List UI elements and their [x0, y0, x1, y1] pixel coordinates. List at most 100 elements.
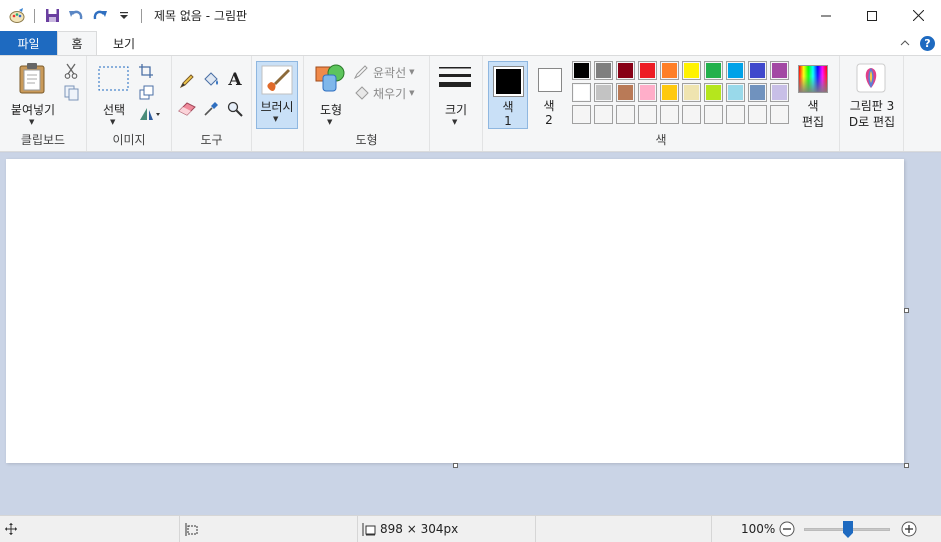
redo-icon[interactable]	[91, 7, 109, 25]
shapes-icon	[314, 63, 346, 93]
palette-swatch[interactable]	[572, 61, 591, 80]
minimize-icon	[821, 15, 831, 16]
color-picker-icon[interactable]	[202, 100, 220, 118]
zoom-out-button[interactable]	[779, 521, 795, 540]
tab-view[interactable]: 보기	[97, 31, 151, 55]
qa-separator	[34, 8, 35, 23]
customize-qa-icon[interactable]	[115, 7, 133, 25]
title-separator	[141, 8, 142, 23]
color1-button[interactable]: 색 1	[488, 61, 528, 129]
color2-button[interactable]: 색 2	[530, 61, 570, 129]
resize-handle-corner[interactable]	[904, 463, 909, 468]
color2-swatch	[538, 68, 562, 92]
select-rectangle-icon	[98, 66, 130, 92]
minimize-button[interactable]	[803, 0, 849, 31]
palette-swatch[interactable]	[616, 105, 635, 124]
palette-swatch[interactable]	[748, 61, 767, 80]
resize-handle-bottom[interactable]	[453, 463, 458, 468]
palette-swatch[interactable]	[638, 61, 657, 80]
fill-button[interactable]: 채우기 ▼	[354, 84, 424, 102]
rotate-icon[interactable]	[137, 104, 163, 122]
status-bar: 898 × 304px 100%	[0, 515, 941, 542]
palette-swatch[interactable]	[704, 105, 723, 124]
group-clipboard: 붙여넣기 ▼ 클립보드	[0, 56, 87, 151]
cut-icon[interactable]	[62, 62, 80, 80]
palette-swatch[interactable]	[638, 83, 657, 102]
palette-swatch[interactable]	[594, 105, 613, 124]
paint3d-label-line1: 그림판 3	[849, 99, 895, 113]
selection-size-icon	[185, 522, 198, 536]
workspace	[0, 152, 941, 515]
collapse-ribbon-icon[interactable]	[900, 36, 910, 50]
line-size-icon	[438, 63, 472, 93]
text-tool-icon[interactable]: A	[226, 70, 244, 90]
group-paint3d: 그림판 3 D로 편집	[840, 56, 904, 151]
palette-swatch[interactable]	[682, 83, 701, 102]
palette-swatch[interactable]	[638, 105, 657, 124]
palette-swatch[interactable]	[594, 61, 613, 80]
palette-swatch[interactable]	[660, 105, 679, 124]
palette-swatch[interactable]	[704, 83, 723, 102]
paint3d-icon	[856, 63, 886, 93]
palette-swatch[interactable]	[594, 83, 613, 102]
tab-file[interactable]: 파일	[0, 31, 57, 55]
palette-swatch[interactable]	[660, 83, 679, 102]
palette-swatch[interactable]	[682, 61, 701, 80]
select-dropdown-icon: ▼	[110, 118, 116, 126]
palette-swatch[interactable]	[572, 105, 591, 124]
eraser-icon[interactable]	[178, 100, 196, 118]
close-button[interactable]	[895, 0, 941, 31]
maximize-button[interactable]	[849, 0, 895, 31]
group-shapes: 도형 ▼ 윤곽선 ▼ 채우기 ▼ 도형	[304, 56, 430, 151]
paint-app-icon[interactable]	[8, 7, 26, 25]
zoom-in-button[interactable]	[901, 521, 917, 540]
crop-icon[interactable]	[137, 62, 155, 80]
palette-swatch[interactable]	[726, 105, 745, 124]
save-icon[interactable]	[43, 7, 61, 25]
size-button[interactable]: 크기 ▼	[434, 60, 478, 130]
maximize-icon	[867, 10, 877, 21]
close-icon	[912, 10, 924, 21]
resize-handle-right[interactable]	[904, 308, 909, 313]
color-spectrum-icon	[798, 65, 828, 93]
palette-swatch[interactable]	[748, 105, 767, 124]
drawing-canvas[interactable]	[6, 159, 904, 463]
palette-swatch[interactable]	[616, 83, 635, 102]
edit-colors-button[interactable]: 색 편집	[793, 61, 835, 129]
shapes-group-label: 도형	[355, 133, 378, 147]
shapes-button[interactable]: 도형 ▼	[310, 60, 350, 130]
palette-swatch[interactable]	[726, 83, 745, 102]
title-bar: 제목 없음 - 그림판	[0, 0, 941, 31]
palette-swatch[interactable]	[770, 61, 789, 80]
palette-swatch[interactable]	[660, 61, 679, 80]
fill-bucket-icon[interactable]	[202, 71, 220, 89]
zoom-out-icon	[779, 521, 795, 537]
palette-swatch[interactable]	[572, 83, 591, 102]
palette-swatch[interactable]	[726, 61, 745, 80]
palette-swatch[interactable]	[770, 83, 789, 102]
group-image: 선택 ▼ 이미지	[87, 56, 172, 151]
window-title: 제목 없음 - 그림판	[154, 9, 248, 23]
outline-button[interactable]: 윤곽선 ▼	[354, 63, 424, 81]
tab-home[interactable]: 홈	[57, 31, 97, 55]
palette-swatch[interactable]	[704, 61, 723, 80]
edit-with-paint3d-button[interactable]: 그림판 3 D로 편집	[842, 61, 902, 129]
palette-swatch[interactable]	[770, 105, 789, 124]
resize-icon[interactable]	[137, 83, 155, 101]
magnifier-icon[interactable]	[226, 100, 244, 118]
color2-label-line2: 2	[545, 113, 553, 127]
palette-swatch[interactable]	[616, 61, 635, 80]
color1-label-line2: 1	[504, 114, 512, 128]
help-icon[interactable]: ?	[920, 35, 935, 51]
pencil-icon[interactable]	[178, 72, 196, 90]
shapes-dropdown-icon: ▼	[327, 118, 333, 126]
brushes-button[interactable]: 브러시 ▼	[256, 61, 298, 129]
undo-icon[interactable]	[67, 7, 85, 25]
paste-button[interactable]: 붙여넣기 ▼	[4, 60, 60, 130]
select-button[interactable]: 선택 ▼	[93, 60, 133, 130]
copy-icon[interactable]	[62, 84, 80, 102]
palette-swatch[interactable]	[748, 83, 767, 102]
palette-swatch[interactable]	[682, 105, 701, 124]
paste-label: 붙여넣기	[10, 103, 56, 117]
group-tools: A 도구	[172, 56, 252, 151]
